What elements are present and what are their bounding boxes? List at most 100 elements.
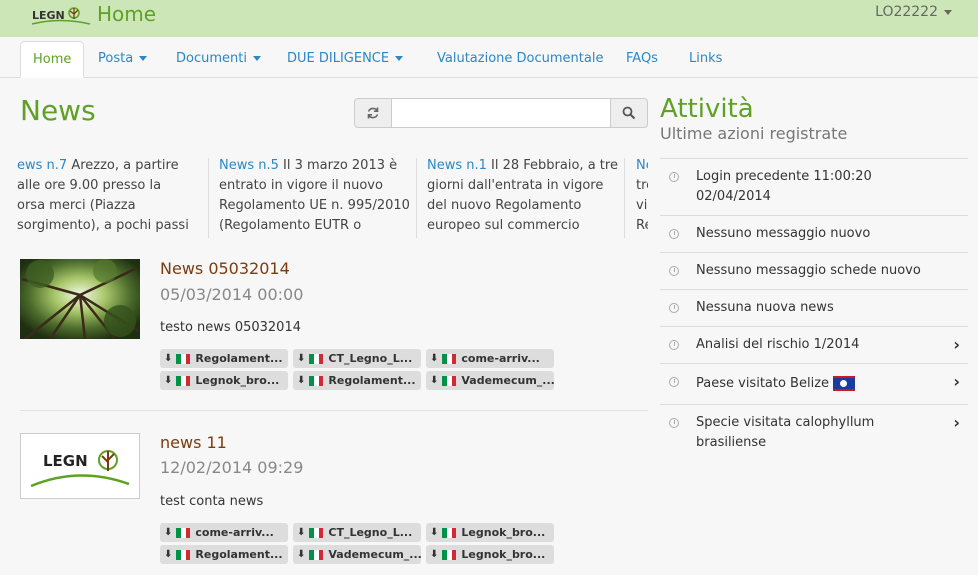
download-icon: ⬇: [297, 527, 306, 538]
news-body: test conta news: [160, 494, 264, 509]
activity-item-species[interactable]: Specie visitata calophyllum brasiliense ›: [660, 404, 968, 461]
top-bar: LEGN Home LO22222: [0, 0, 978, 37]
attachment-link[interactable]: ⬇ Legnok_bro...: [426, 523, 554, 542]
user-menu[interactable]: LO22222: [875, 4, 952, 20]
italy-flag-icon: [176, 549, 191, 560]
activity-item-country[interactable]: Paese visitato Belize ›: [660, 363, 968, 404]
ticker-item[interactable]: ews n.7 Arezzo, a partire alle ore 9.00 …: [17, 156, 217, 240]
italy-flag-icon: [442, 353, 457, 364]
caret-down-icon: [252, 56, 261, 61]
ticker-item-title[interactable]: ews n.7: [17, 158, 67, 173]
news-date: 12/02/2014 09:29: [160, 458, 304, 477]
news-divider: [20, 410, 648, 411]
download-icon: ⬇: [297, 375, 306, 386]
chevron-right-icon: ›: [953, 413, 960, 432]
ticker-item-title[interactable]: News n.5: [219, 158, 279, 173]
italy-flag-icon: [309, 549, 324, 560]
nav-links[interactable]: Links: [677, 41, 734, 78]
download-icon: ⬇: [430, 353, 439, 364]
attachment-link[interactable]: ⬇ Regolament...: [160, 545, 288, 564]
download-icon: ⬇: [164, 353, 173, 364]
search-button[interactable]: [610, 98, 648, 128]
nav-valutazione-documentale[interactable]: Valutazione Documentale: [425, 41, 615, 78]
italy-flag-icon: [309, 527, 324, 538]
attachment-link[interactable]: ⬇ CT_Legno_L...: [293, 349, 421, 368]
download-icon: ⬇: [164, 549, 173, 560]
svg-text:LEGN: LEGN: [43, 452, 88, 470]
clock-icon: [669, 303, 679, 313]
nav-posta[interactable]: Posta: [86, 41, 159, 78]
attachment-link[interactable]: ⬇ Legnok_bro...: [426, 545, 554, 564]
download-icon: ⬇: [297, 353, 306, 364]
attachment-link[interactable]: ⬇ Vademecum_...: [426, 371, 554, 390]
nav-faqs[interactable]: FAQs: [614, 41, 670, 78]
news-ticker: ews n.7 Arezzo, a partire alle ore 9.00 …: [17, 156, 648, 240]
ticker-item-title[interactable]: News n.1: [427, 158, 487, 173]
clock-icon: [669, 418, 679, 428]
news-heading[interactable]: news 11: [160, 433, 227, 452]
italy-flag-icon: [442, 549, 457, 560]
attachment-link[interactable]: ⬇ come-arriv...: [160, 523, 288, 542]
download-icon: ⬇: [430, 375, 439, 386]
italy-flag-icon: [442, 375, 457, 386]
news-heading[interactable]: News 05032014: [160, 259, 290, 278]
news-thumbnail-forest[interactable]: [20, 259, 140, 339]
ticker-divider: [416, 158, 417, 238]
nav-documenti[interactable]: Documenti: [164, 41, 273, 78]
nav-due-diligence[interactable]: DUE DILIGENCE: [275, 41, 415, 78]
nav-home[interactable]: Home: [20, 41, 85, 78]
caret-down-icon: [395, 56, 404, 61]
download-icon: ⬇: [430, 549, 439, 560]
clock-icon: [669, 266, 679, 276]
activity-subtitle: Ultime azioni registrate: [660, 124, 848, 143]
attachment-link[interactable]: ⬇ Regolament...: [293, 371, 421, 390]
italy-flag-icon: [176, 353, 191, 364]
ticker-divider: [624, 158, 625, 238]
activity-item: Nessuno messaggio schede nuovo: [660, 252, 968, 289]
activity-item-risk-analysis[interactable]: Analisi del rischio 1/2014 ›: [660, 326, 968, 363]
attachment-link[interactable]: ⬇ Legnok_bro...: [160, 371, 288, 390]
italy-flag-icon: [309, 375, 324, 386]
chevron-right-icon: ›: [953, 335, 960, 354]
news-date: 05/03/2014 00:00: [160, 285, 304, 304]
clock-icon: [669, 377, 679, 387]
main-nav: Home Posta Documenti DUE DILIGENCE Valut…: [0, 37, 978, 78]
ticker-item[interactable]: News n.5 Il 3 marzo 2013 è entrato in vi…: [219, 156, 419, 240]
activity-item: Nessuno messaggio nuovo: [660, 215, 968, 252]
attachment-link[interactable]: ⬇ come-arriv...: [426, 349, 554, 368]
attachment-link[interactable]: ⬇ Vademecum_...: [293, 545, 421, 564]
search-input[interactable]: [391, 98, 611, 128]
activity-list: Login precedente 11:00:20 02/04/2014 Nes…: [660, 158, 968, 461]
caret-down-icon: [139, 56, 148, 61]
ticker-item[interactable]: Ne tre vig Re: [636, 156, 648, 240]
activity-item: Nessuna nuova news: [660, 289, 968, 326]
download-icon: ⬇: [430, 527, 439, 538]
chevron-right-icon: ›: [953, 372, 960, 391]
ticker-item-text: tre vig Re: [636, 178, 648, 233]
download-icon: ⬇: [164, 375, 173, 386]
ticker-item-title[interactable]: Ne: [636, 158, 648, 173]
belize-flag-icon: [833, 376, 856, 391]
ticker-item[interactable]: News n.1 Il 28 Febbraio, a tre giorni da…: [427, 156, 627, 240]
news-title: News: [20, 94, 96, 127]
italy-flag-icon: [176, 527, 191, 538]
news-body: testo news 05032014: [160, 320, 301, 335]
attachment-link[interactable]: ⬇ Regolament...: [160, 349, 288, 368]
download-icon: ⬇: [164, 527, 173, 538]
activity-item: Login precedente 11:00:20 02/04/2014: [660, 158, 968, 215]
attachment-link[interactable]: ⬇ CT_Legno_L...: [293, 523, 421, 542]
app-title: Home: [97, 2, 157, 26]
clock-icon: [669, 340, 679, 350]
italy-flag-icon: [176, 375, 191, 386]
legnok-logo[interactable]: LEGN: [30, 2, 92, 28]
download-icon: ⬇: [297, 549, 306, 560]
refresh-icon: [367, 107, 379, 119]
refresh-button[interactable]: [354, 98, 392, 128]
caret-down-icon: [944, 9, 952, 15]
activity-title: Attività: [660, 94, 754, 124]
italy-flag-icon: [442, 527, 457, 538]
user-name: LO22222: [875, 4, 938, 20]
news-thumbnail-logo[interactable]: LEGN: [20, 433, 140, 499]
ticker-divider: [208, 158, 209, 238]
clock-icon: [669, 229, 679, 239]
